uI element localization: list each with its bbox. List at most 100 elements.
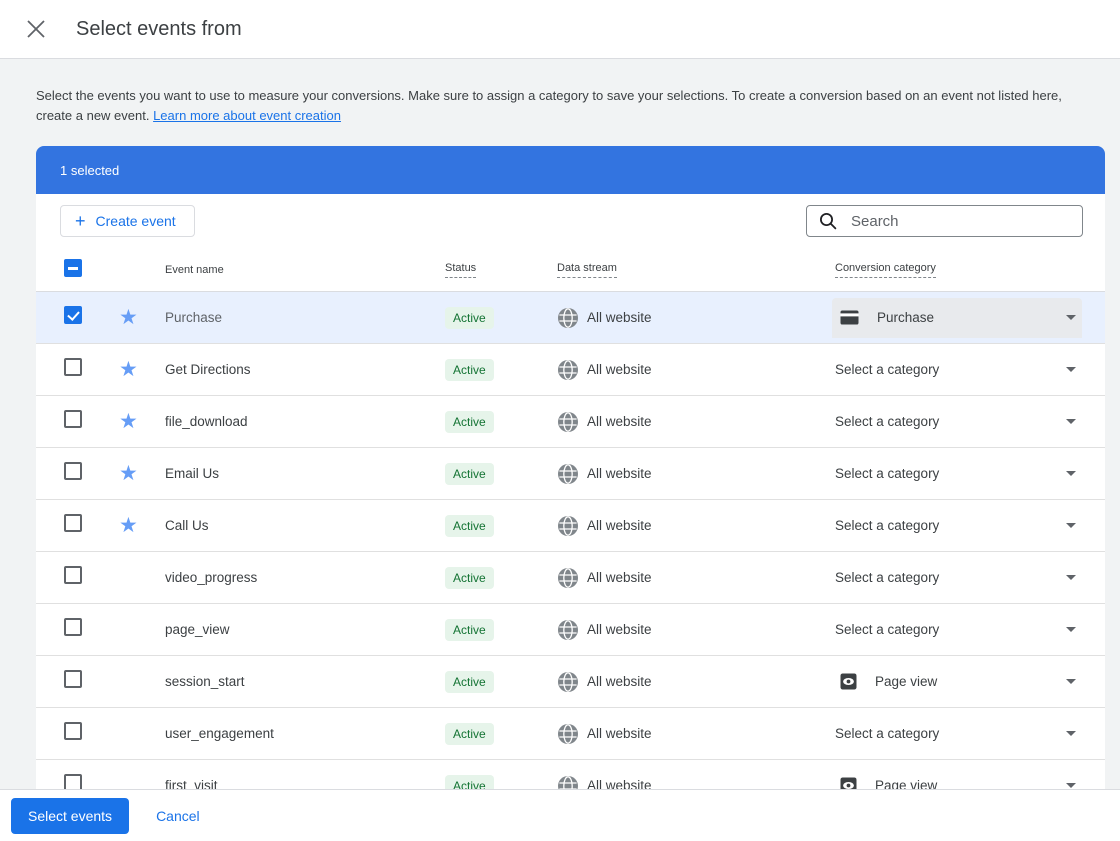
table-row[interactable]: ★ file_download Active All website [36,396,1105,448]
column-status[interactable]: Status [445,262,476,278]
table-row[interactable]: ★ user_engagement Active All website [36,708,1105,760]
dropdown-arrow-icon[interactable] [1066,419,1076,424]
dialog-header: Select events from [0,0,1120,59]
plus-icon: + [75,214,86,228]
selection-count: 1 selected [60,163,119,178]
dropdown-arrow-icon[interactable] [1066,679,1076,684]
dropdown-arrow-icon[interactable] [1066,783,1076,788]
row-checkbox[interactable] [64,410,82,428]
data-stream-label: All website [587,726,652,741]
row-checkbox[interactable] [64,514,82,532]
data-stream-label: All website [587,570,652,585]
status-badge: Active [445,307,494,329]
column-event-name: Event name [165,264,224,276]
event-name: Get Directions [165,362,445,377]
data-stream-label: All website [587,622,652,637]
conversion-category-select[interactable]: Select a category [832,518,1082,533]
table-row[interactable]: ★ page_view Active All website [36,604,1105,656]
globe-icon [557,775,579,791]
star-icon[interactable]: ★ [119,514,138,537]
star-icon[interactable]: ★ [119,358,138,381]
row-checkbox[interactable] [64,618,82,636]
close-icon[interactable] [26,19,46,39]
category-label: Select a category [835,726,939,741]
table-row[interactable]: ★ video_progress Active All website [36,552,1105,604]
column-conversion-category[interactable]: Conversion category [835,262,936,278]
row-checkbox[interactable] [64,358,82,376]
category-label: Page view [875,674,937,689]
table-row[interactable]: ★ session_start Active All website [36,656,1105,708]
conversion-category-select[interactable]: Purchase [832,298,1082,338]
row-checkbox[interactable] [64,462,82,480]
event-name: file_download [165,414,445,429]
event-name: session_start [165,674,445,689]
dropdown-arrow-icon[interactable] [1066,367,1076,372]
status-badge: Active [445,619,494,641]
column-data-stream[interactable]: Data stream [557,262,617,278]
globe-icon [557,567,579,589]
event-name: page_view [165,622,445,637]
create-event-label: Create event [96,213,176,229]
star-icon[interactable]: ★ [119,306,138,329]
credit-card-icon [840,310,859,325]
conversion-category-select[interactable]: Select a category [832,570,1082,585]
event-name: Call Us [165,518,445,533]
status-badge: Active [445,671,494,693]
learn-more-link[interactable]: Learn more about event creation [153,108,341,123]
search-input[interactable] [849,212,1082,231]
conversion-category-select[interactable]: Select a category [832,726,1082,741]
globe-icon [557,515,579,537]
select-all-checkbox[interactable] [64,259,82,277]
search-box[interactable] [806,205,1083,237]
conversion-category-select[interactable]: Select a category [832,622,1082,637]
page-view-icon [840,673,857,690]
star-icon[interactable]: ★ [119,462,138,485]
dialog-footer: Select events Cancel [0,789,1120,841]
event-name: user_engagement [165,726,445,741]
table-row[interactable]: ★ Email Us Active All website [36,448,1105,500]
status-badge: Active [445,567,494,589]
data-stream-label: All website [587,414,652,429]
dropdown-arrow-icon[interactable] [1066,731,1076,736]
table-row[interactable]: ★ Purchase Active All website [36,292,1105,344]
event-name: video_progress [165,570,445,585]
conversion-category-select[interactable]: Page view [832,673,1082,690]
select-events-button[interactable]: Select events [11,798,129,834]
dropdown-arrow-icon[interactable] [1066,575,1076,580]
row-checkbox[interactable] [64,670,82,688]
table-row[interactable]: ★ Get Directions Active All website [36,344,1105,396]
event-name: Purchase [165,310,445,325]
dropdown-arrow-icon[interactable] [1066,471,1076,476]
conversion-category-select[interactable]: Select a category [832,466,1082,481]
events-panel: 1 selected + Create event Event name Sta… [36,146,1105,790]
cancel-button[interactable]: Cancel [150,807,206,825]
conversion-category-select[interactable]: Select a category [832,362,1082,377]
table-row[interactable]: ★ Call Us Active All website [36,500,1105,552]
category-label: Select a category [835,362,939,377]
globe-icon [557,671,579,693]
category-label: Select a category [835,622,939,637]
data-stream-label: All website [587,362,652,377]
row-checkbox[interactable] [64,722,82,740]
search-icon [819,212,837,230]
globe-icon [557,307,579,329]
category-label: Select a category [835,570,939,585]
dropdown-arrow-icon[interactable] [1066,315,1076,320]
row-checkbox[interactable] [64,774,82,790]
dropdown-arrow-icon[interactable] [1066,627,1076,632]
page-title: Select events from [76,18,242,41]
selection-bar: 1 selected [36,146,1105,194]
category-label: Purchase [877,310,934,325]
row-checkbox[interactable] [64,306,82,324]
star-icon[interactable]: ★ [119,410,138,433]
create-event-button[interactable]: + Create event [60,205,195,237]
row-checkbox[interactable] [64,566,82,584]
category-label: Select a category [835,414,939,429]
dropdown-arrow-icon[interactable] [1066,523,1076,528]
conversion-category-select[interactable]: Select a category [832,414,1082,429]
globe-icon [557,619,579,641]
table-row[interactable]: ★ first_visit Active All website [36,760,1105,790]
category-label: Select a category [835,466,939,481]
globe-icon [557,723,579,745]
status-badge: Active [445,359,494,381]
